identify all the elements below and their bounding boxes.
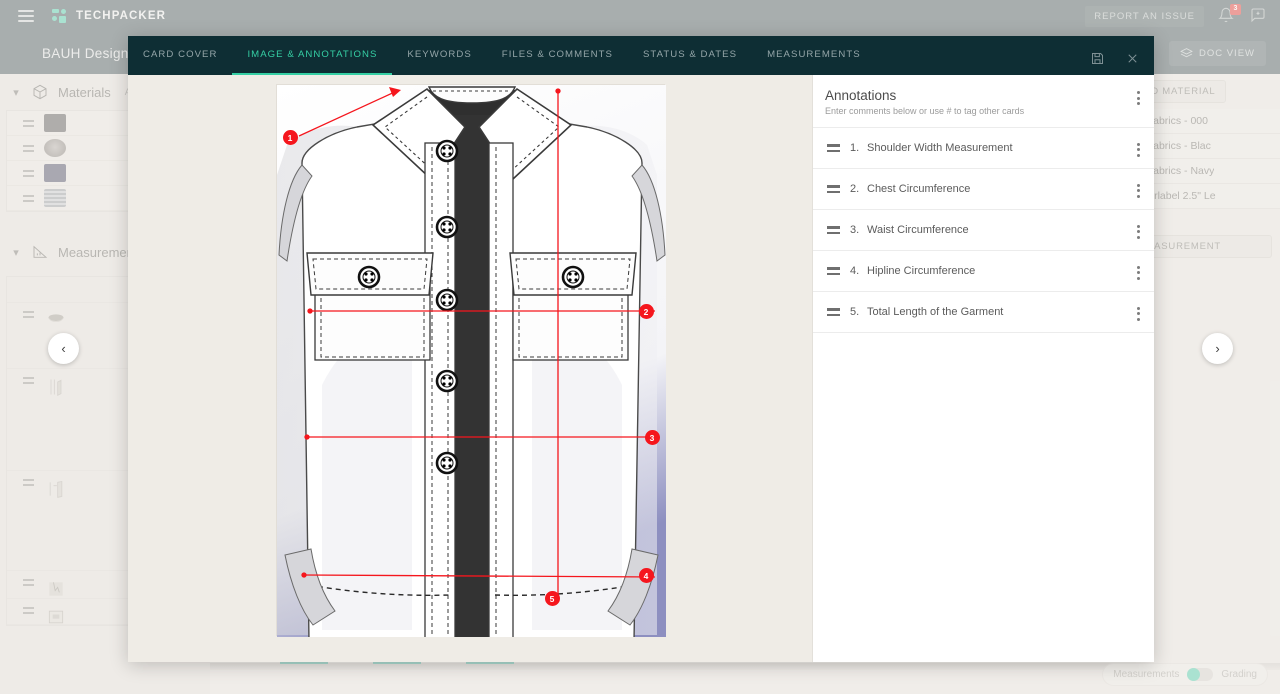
- tab-card-cover[interactable]: CARD COVER: [128, 36, 232, 75]
- tab-files-comments[interactable]: FILES & COMMENTS: [487, 36, 628, 75]
- annotation-number: 4.: [850, 265, 860, 277]
- tab-keywords[interactable]: KEYWORDS: [392, 36, 486, 75]
- annotation-row-1[interactable]: 1. Shoulder Width Measurement: [813, 128, 1154, 169]
- annotations-panel: Annotations Enter comments below or use …: [812, 75, 1154, 662]
- modal-header-actions: [1090, 51, 1154, 75]
- annotation-text: Hipline Circumference: [867, 265, 976, 277]
- modal-tab-bar: CARD COVER IMAGE & ANNOTATIONS KEYWORDS …: [128, 36, 876, 75]
- annotation-number: 1.: [850, 142, 860, 154]
- annotation-more-icon[interactable]: [1137, 222, 1140, 239]
- tab-measurements[interactable]: MEASUREMENTS: [752, 36, 876, 75]
- annotation-text: Shoulder Width Measurement: [867, 142, 1013, 154]
- annotation-text: Chest Circumference: [867, 183, 971, 195]
- drag-handle-icon[interactable]: [827, 144, 840, 152]
- annotations-title: Annotations: [825, 88, 897, 103]
- next-card-button[interactable]: ›: [1202, 333, 1233, 364]
- card-detail-modal: CARD COVER IMAGE & ANNOTATIONS KEYWORDS …: [128, 36, 1154, 662]
- close-icon[interactable]: [1125, 51, 1140, 66]
- annotations-subtitle: Enter comments below or use # to tag oth…: [825, 106, 1025, 116]
- annotation-more-icon[interactable]: [1137, 181, 1140, 198]
- annotation-number: 2.: [850, 183, 860, 195]
- save-icon[interactable]: [1090, 51, 1105, 66]
- technical-flat-illustration: [276, 85, 666, 645]
- annotations-header: Annotations Enter comments below or use …: [813, 75, 1154, 128]
- annotation-row-5[interactable]: 5. Total Length of the Garment: [813, 292, 1154, 333]
- drag-handle-icon[interactable]: [827, 267, 840, 275]
- annotation-marker-1[interactable]: 1: [282, 130, 298, 145]
- drag-handle-icon[interactable]: [827, 308, 840, 316]
- annotation-text: Total Length of the Garment: [867, 306, 1004, 318]
- annotation-row-4[interactable]: 4. Hipline Circumference: [813, 251, 1154, 292]
- previous-card-button[interactable]: ‹: [48, 333, 79, 364]
- annotation-more-icon[interactable]: [1137, 140, 1140, 157]
- app-root: ▾ Materials AL: [0, 0, 1280, 694]
- tab-status-dates[interactable]: STATUS & DATES: [628, 36, 752, 75]
- tab-image-annotations[interactable]: IMAGE & ANNOTATIONS: [232, 36, 393, 75]
- annotation-marker-5[interactable]: 5: [544, 591, 560, 606]
- annotation-text: Waist Circumference: [867, 224, 969, 236]
- annotation-number: 3.: [850, 224, 860, 236]
- annotation-row-3[interactable]: 3. Waist Circumference: [813, 210, 1154, 251]
- annotation-marker-2[interactable]: 2: [638, 304, 654, 319]
- drag-handle-icon[interactable]: [827, 226, 840, 234]
- modal-header: CARD COVER IMAGE & ANNOTATIONS KEYWORDS …: [128, 36, 1154, 75]
- annotation-marker-4[interactable]: 4: [638, 568, 654, 583]
- annotation-number: 5.: [850, 306, 860, 318]
- garment-image[interactable]: 1 2 3 4 5: [275, 84, 666, 645]
- modal-body: 1 2 3 4 5 Annotations Enter comments bel…: [128, 75, 1154, 662]
- annotations-more-icon[interactable]: [1137, 88, 1140, 105]
- annotation-row-2[interactable]: 2. Chest Circumference: [813, 169, 1154, 210]
- annotation-more-icon[interactable]: [1137, 304, 1140, 321]
- annotation-marker-3[interactable]: 3: [644, 430, 660, 445]
- annotation-more-icon[interactable]: [1137, 263, 1140, 280]
- drag-handle-icon[interactable]: [827, 185, 840, 193]
- image-canvas: 1 2 3 4 5: [128, 75, 812, 662]
